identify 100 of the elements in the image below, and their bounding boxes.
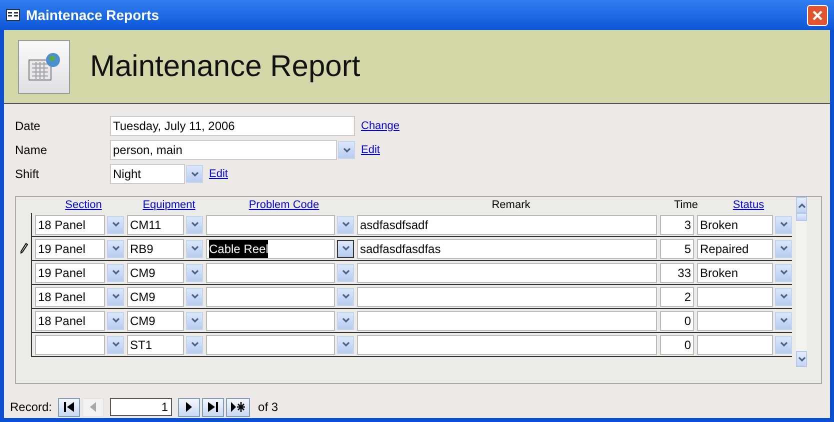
time-field[interactable]: 0: [660, 334, 694, 354]
shift-combo-field[interactable]: Night: [110, 164, 185, 184]
record-nav-button[interactable]: [178, 398, 200, 416]
combo-field[interactable]: 18 Panel: [35, 214, 105, 234]
chevron-down-icon: [780, 294, 788, 299]
form-logo-icon: [18, 40, 70, 94]
combo-field[interactable]: 19 Panel: [35, 262, 105, 282]
remark-field[interactable]: [357, 310, 657, 330]
last-record-icon: [207, 402, 220, 412]
chevron-down-icon: [190, 172, 198, 176]
cell-text: Broken: [700, 264, 738, 282]
column-header: Remark: [492, 198, 530, 212]
report-title: Maintenance Report: [90, 49, 360, 85]
cell-text: 18 Panel: [38, 312, 86, 330]
column-header[interactable]: Section: [65, 196, 102, 213]
column-header[interactable]: Status: [732, 196, 764, 213]
chevron-down-icon: [112, 222, 120, 227]
combo-field[interactable]: RB9: [127, 238, 184, 258]
remark-field[interactable]: [357, 334, 657, 354]
close-button[interactable]: [807, 4, 828, 26]
chevron-down-icon: [342, 294, 350, 299]
scroll-thumb[interactable]: [796, 213, 807, 221]
field-label: Shift: [15, 166, 40, 183]
chevron-down-icon: [190, 222, 198, 227]
cell-text: Cable Reel: [209, 240, 268, 258]
time-field[interactable]: 2: [660, 286, 694, 306]
chevron-down-icon: [780, 222, 788, 227]
combo-field[interactable]: CM9: [127, 262, 184, 282]
name-combo-field[interactable]: person, main: [110, 140, 337, 160]
chevron-down-icon: [112, 270, 120, 275]
chevron-down-icon: [112, 342, 120, 347]
time-field[interactable]: 0: [660, 310, 694, 330]
chevron-down-icon: [342, 318, 350, 323]
combo-field[interactable]: Cable Reel: [206, 238, 335, 258]
scroll-up-button[interactable]: [796, 197, 807, 213]
record-label: Record:: [10, 399, 52, 416]
record-number-field[interactable]: 1: [110, 398, 172, 416]
combo-field[interactable]: CM9: [127, 310, 184, 330]
combo-field[interactable]: CM11: [127, 214, 184, 234]
date-field[interactable]: Tuesday, July 11, 2006: [110, 116, 355, 136]
record-nav-button[interactable]: [58, 398, 80, 416]
chevron-down-icon: [780, 246, 788, 251]
chevron-down-icon: [190, 342, 198, 347]
combo-field[interactable]: [206, 286, 335, 306]
field-link[interactable]: Change: [361, 118, 400, 134]
cell-text: RB9: [130, 240, 154, 258]
combo-field[interactable]: CM9: [127, 286, 184, 306]
remark-field[interactable]: asdfasdfsadf: [357, 214, 657, 234]
combo-field[interactable]: Broken: [697, 262, 773, 282]
combo-field[interactable]: [206, 262, 335, 282]
combo-field[interactable]: Broken: [697, 214, 773, 234]
combo-field[interactable]: [206, 310, 335, 330]
record-count: of 3: [258, 399, 278, 416]
chevron-down-icon: [342, 270, 350, 275]
combo-field[interactable]: ST1: [127, 334, 184, 354]
chevron-down-icon: [190, 318, 198, 323]
combo-field[interactable]: 19 Panel: [35, 238, 105, 258]
combo-field[interactable]: [206, 214, 335, 234]
previous-record-icon: [89, 402, 98, 412]
combo-field[interactable]: 18 Panel: [35, 310, 105, 330]
combo-field[interactable]: [35, 334, 105, 354]
cell-text: CM11: [130, 216, 162, 234]
combo-field[interactable]: 18 Panel: [35, 286, 105, 306]
cell-text: 19 Panel: [38, 264, 86, 282]
combo-field[interactable]: Repaired: [697, 238, 773, 258]
first-record-icon: [63, 402, 76, 412]
remark-field[interactable]: [357, 262, 657, 282]
time-field[interactable]: 5: [660, 238, 694, 258]
cell-text: ST1: [130, 336, 152, 354]
chevron-down-icon: [780, 318, 788, 323]
field-link[interactable]: Edit: [209, 166, 228, 182]
column-header[interactable]: Equipment: [142, 196, 196, 213]
cell-text: CM9: [130, 288, 156, 306]
chevron-down-icon: [190, 246, 198, 251]
combo-field[interactable]: [697, 310, 773, 330]
record-nav-button[interactable]: [202, 398, 224, 416]
chevron-down-icon: [112, 294, 120, 299]
time-field[interactable]: 33: [660, 262, 694, 282]
chevron-down-icon: [780, 270, 788, 275]
chevron-down-icon: [342, 246, 350, 251]
field-label: Date: [15, 118, 42, 135]
combo-field[interactable]: [697, 286, 773, 306]
new-record-icon: [230, 402, 246, 412]
cell-text: CM9: [130, 264, 156, 282]
cell-text: 19 Panel: [38, 240, 86, 258]
combo-field[interactable]: [206, 334, 335, 354]
record-nav-button[interactable]: [226, 398, 250, 416]
combo-field[interactable]: [697, 334, 773, 354]
next-record-icon: [185, 402, 194, 412]
scrollbar[interactable]: [796, 197, 807, 367]
field-link[interactable]: Edit: [361, 142, 380, 158]
remark-field[interactable]: [357, 286, 657, 306]
column-header[interactable]: Problem Code: [248, 196, 320, 213]
scroll-down-button[interactable]: [796, 351, 807, 367]
chevron-down-icon: [342, 342, 350, 347]
cell-text: Repaired: [700, 240, 749, 258]
time-field[interactable]: 3: [660, 214, 694, 234]
remark-field[interactable]: sadfasdfasdfas: [357, 238, 657, 258]
column-header: Time: [674, 198, 698, 212]
dropdown-button[interactable]: [337, 240, 354, 258]
